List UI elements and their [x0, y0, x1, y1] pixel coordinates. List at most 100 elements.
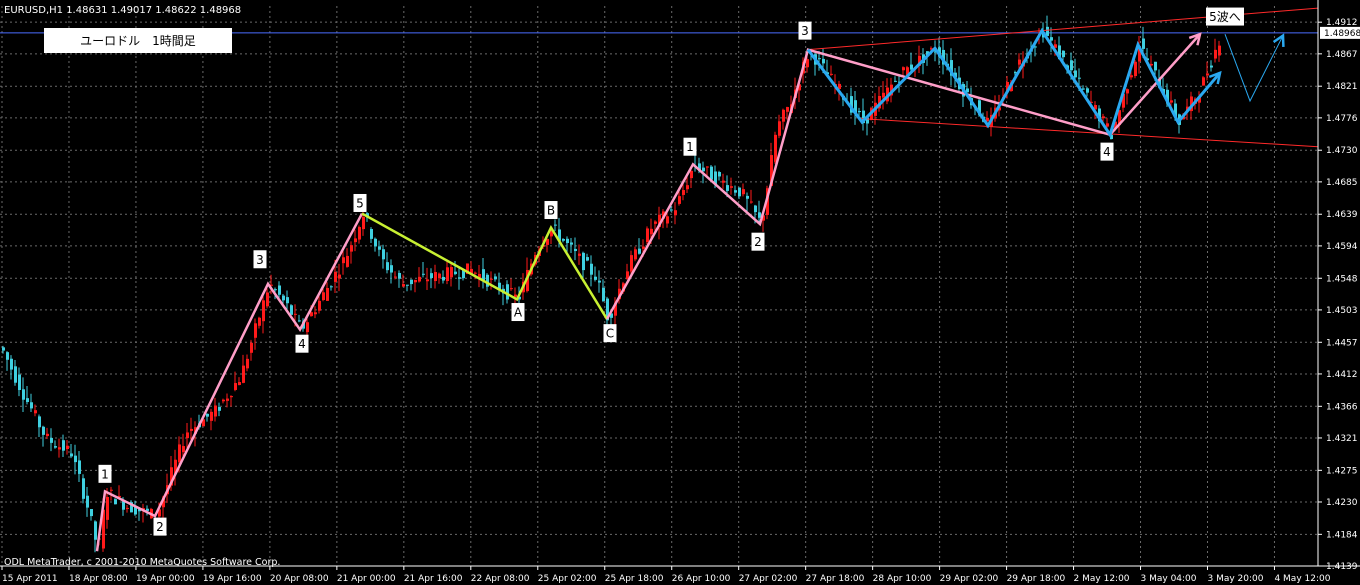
- candle-body: [750, 201, 753, 203]
- candle-body: [402, 284, 405, 287]
- wave-label: 2: [754, 235, 762, 249]
- x-tick-label: 26 Apr 10:00: [672, 574, 731, 584]
- x-tick-label: 21 Apr 00:00: [337, 574, 396, 584]
- x-tick-label: 27 Apr 02:00: [739, 574, 798, 584]
- candle-body: [222, 399, 225, 402]
- y-tick-label: 1.4594: [1326, 242, 1358, 252]
- candle-body: [734, 190, 737, 193]
- candle-body: [126, 507, 129, 509]
- candle-body: [406, 284, 409, 286]
- candle-body: [246, 358, 249, 369]
- candle-body: [298, 320, 301, 322]
- candle-body: [686, 185, 689, 190]
- candle-body: [210, 411, 213, 421]
- candle-body: [674, 210, 677, 216]
- y-tick-label: 1.4685: [1326, 178, 1358, 188]
- candle-body: [106, 496, 109, 520]
- candle-body: [710, 166, 713, 180]
- candle-body: [426, 279, 429, 282]
- candle-body: [1046, 26, 1049, 36]
- candle-body: [62, 440, 65, 451]
- candle-body: [1218, 45, 1221, 56]
- candle-body: [830, 73, 833, 75]
- candle-body: [214, 405, 217, 417]
- candle-body: [630, 255, 633, 272]
- candle-body: [682, 190, 685, 195]
- candle-body: [378, 246, 381, 250]
- current-price-label: 1.48968: [1324, 29, 1360, 39]
- candle-body: [822, 58, 825, 64]
- candle-body: [1126, 89, 1129, 94]
- candle-body: [254, 323, 257, 338]
- candle-body: [22, 389, 25, 400]
- candle-body: [1074, 70, 1077, 78]
- candle-body: [666, 216, 669, 224]
- candle-body: [602, 287, 605, 301]
- candle-body: [358, 227, 361, 240]
- candle-body: [114, 499, 117, 505]
- candle-body: [206, 413, 209, 417]
- candle-body: [294, 313, 297, 315]
- y-tick-label: 1.4275: [1326, 466, 1358, 476]
- y-tick-label: 1.4730: [1326, 146, 1358, 156]
- candle-body: [422, 273, 425, 275]
- candle-body: [58, 447, 61, 450]
- candle-body: [346, 255, 349, 267]
- y-tick-label: 1.4457: [1326, 338, 1358, 348]
- y-tick-label: 1.4639: [1326, 210, 1358, 220]
- candle-body: [1210, 65, 1213, 68]
- candle-body: [806, 59, 809, 68]
- candle-body: [902, 67, 905, 71]
- wave-label: B: [547, 204, 555, 218]
- candle-body: [490, 278, 493, 280]
- wave-label: C: [606, 327, 614, 341]
- candle-body: [1102, 116, 1105, 119]
- candle-body: [354, 238, 357, 243]
- candle-body: [278, 285, 281, 295]
- wave-label: 4: [298, 337, 306, 351]
- candle-body: [42, 426, 45, 435]
- candle-body: [286, 297, 289, 304]
- candle-body: [1062, 50, 1065, 58]
- chart-background: [0, 0, 1360, 585]
- candle-body: [774, 134, 777, 162]
- candle-body: [34, 410, 37, 414]
- candle-body: [586, 257, 589, 261]
- candle-body: [1050, 37, 1053, 41]
- x-tick-label: 28 Apr 10:00: [873, 574, 932, 584]
- x-tick-label: 21 Apr 16:00: [404, 574, 463, 584]
- wave-label: 2: [156, 520, 164, 534]
- wave-label: 5波へ: [1209, 10, 1241, 24]
- candle-body: [282, 295, 285, 301]
- candle-body: [706, 166, 709, 168]
- candle-body: [26, 398, 29, 403]
- candle-body: [70, 453, 73, 457]
- candle-body: [554, 224, 557, 226]
- candle-body: [314, 312, 317, 315]
- candle-body: [1106, 123, 1109, 127]
- y-tick-label: 1.4412: [1326, 370, 1358, 380]
- candle-body: [1130, 75, 1133, 78]
- wave-label: 3: [256, 253, 264, 267]
- x-tick-label: 15 Apr 2011: [2, 574, 58, 584]
- candle-body: [182, 446, 185, 453]
- candle-body: [654, 221, 657, 224]
- candle-body: [646, 228, 649, 243]
- candle-body: [454, 271, 457, 275]
- candle-body: [758, 212, 761, 218]
- candle-body: [1086, 88, 1089, 93]
- candle-body: [910, 64, 913, 70]
- candle-body: [1170, 100, 1173, 103]
- candle-body: [78, 460, 81, 474]
- candle-body: [10, 358, 13, 370]
- candle-body: [50, 437, 53, 443]
- candle-body: [418, 276, 421, 282]
- candle-body: [262, 300, 265, 322]
- candle-body: [414, 279, 417, 283]
- x-tick-label: 18 Apr 08:00: [69, 574, 128, 584]
- candle-body: [858, 111, 861, 113]
- candle-body: [82, 478, 85, 499]
- x-tick-label: 20 Apr 08:00: [270, 574, 329, 584]
- candle-body: [218, 407, 221, 411]
- candle-body: [94, 521, 97, 540]
